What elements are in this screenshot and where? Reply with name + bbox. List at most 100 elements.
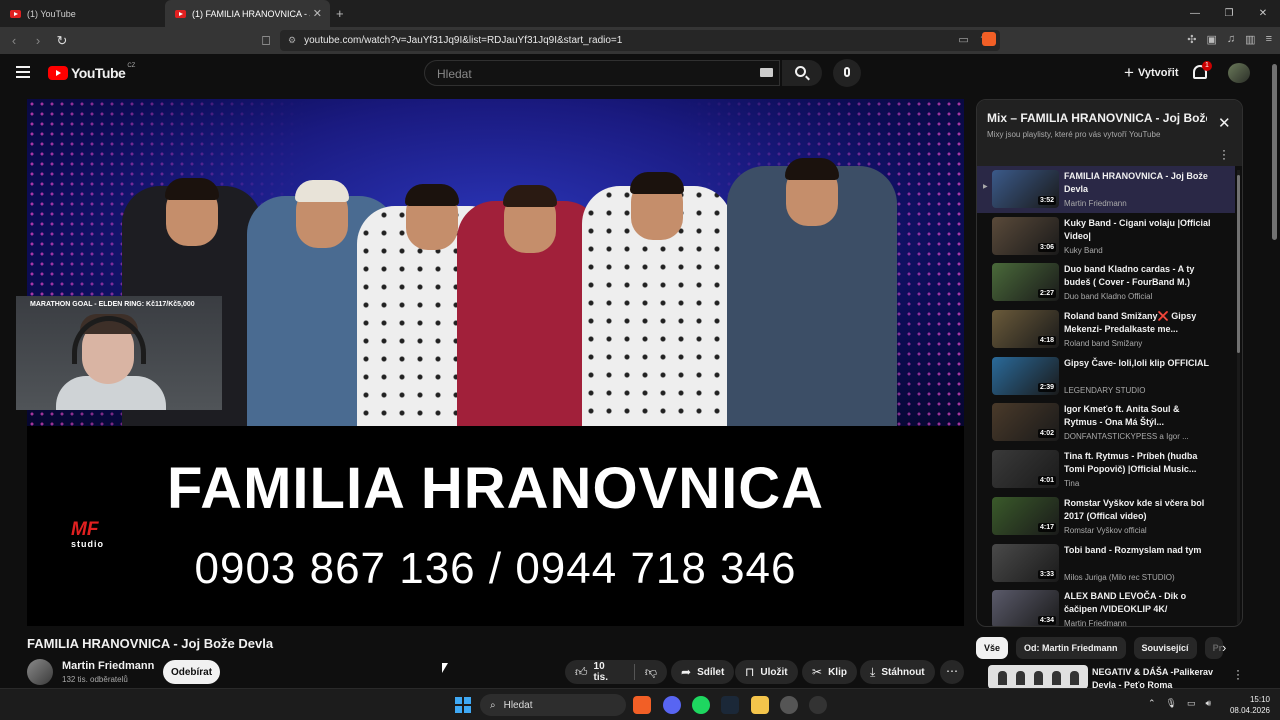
taskbar-search-label: Hledat [503, 699, 533, 711]
close-window-icon[interactable]: ✕ [1246, 0, 1280, 27]
playlist-item-thumbnail[interactable]: 4:17 [992, 496, 1059, 535]
tab-current-video[interactable]: (1) FAMILIA HRANOVNICA - Joj Bož ✕ [165, 0, 330, 27]
chevron-right-icon[interactable]: › [1222, 640, 1226, 655]
page-scrollbar[interactable] [1268, 54, 1280, 688]
chip-from-channel[interactable]: Od: Martin Friedmann [1016, 637, 1126, 659]
playlist-item-thumbnail[interactable]: 4:01 [992, 450, 1059, 489]
playlist-item-title[interactable]: Roland band Smižany❌ Gipsy Mekenzi- Pred… [1064, 310, 1214, 336]
brave-app-icon[interactable] [633, 696, 651, 714]
clip-button[interactable]: ✂ Klip [802, 660, 857, 684]
chip-all[interactable]: Vše [976, 637, 1009, 659]
playlist-item[interactable]: 4:01 Tina ft. Rytmus - Príbeh (hudba Tomi… [977, 446, 1235, 493]
recommended-menu-icon[interactable]: · · · [1236, 664, 1240, 684]
playlist-item-thumbnail[interactable]: 4:18 [992, 310, 1059, 349]
wallet-icon[interactable]: ▣ [1207, 33, 1217, 46]
download-button[interactable]: ⤓ Stáhnout [860, 660, 935, 684]
close-tab-icon[interactable]: ✕ [313, 7, 322, 20]
playlist-title[interactable]: Mix – FAMILIA HRANOVNICA - Joj Bože Devl… [987, 111, 1207, 125]
like-count[interactable]: 10 tis. [594, 661, 622, 683]
subscribe-button[interactable]: Odebírat [163, 660, 220, 684]
channel-name[interactable]: Martin Friedmann [62, 660, 154, 672]
playlist-item-title[interactable]: ALEX BAND LEVOČA - Dik o čačipen /VIDEOK… [1064, 590, 1214, 616]
save-button[interactable]: ⊓ Uložit [735, 660, 798, 684]
scissors-icon: ✂ [812, 665, 823, 679]
spotify-app-icon[interactable] [692, 696, 710, 714]
windows-start-icon[interactable] [455, 697, 471, 713]
logo-text: YouTube [71, 65, 126, 81]
playlist-item-title[interactable]: Duo band Kladno cardas - A ty budeš ( Co… [1064, 263, 1214, 289]
forward-icon[interactable]: › [28, 33, 48, 48]
playlist-item-thumbnail[interactable]: 4:02 [992, 403, 1059, 442]
playlist-item-thumbnail[interactable]: 3:06 [992, 216, 1059, 255]
keyboard-icon[interactable] [760, 68, 773, 77]
back-icon[interactable]: ‹ [4, 33, 24, 48]
app-icon[interactable] [809, 696, 827, 714]
playlist-item-thumbnail[interactable]: 3:52 [992, 170, 1059, 208]
playlist-item[interactable]: 2:39 Gipsy Čave- loli,loli klip OFFICIAL L… [977, 353, 1235, 400]
like-icon[interactable]: 👍︎ [575, 665, 588, 680]
playlist-item[interactable]: 4:18 Roland band Smižany❌ Gipsy Mekenzi- … [977, 306, 1235, 353]
playlist-menu-icon[interactable]: · · · [1222, 144, 1226, 164]
playlist-item-thumbnail[interactable]: 3:33 [992, 543, 1059, 582]
obs-app-icon[interactable] [780, 696, 798, 714]
extensions-icon[interactable]: ✣ [1187, 33, 1196, 46]
volume-icon[interactable]: 🔊︎ [1206, 698, 1212, 709]
close-playlist-icon[interactable]: ✕ [1218, 114, 1231, 132]
chip-more[interactable]: Pr [1204, 637, 1223, 659]
chip-related[interactable]: Související [1133, 637, 1197, 659]
playlist-item[interactable]: 4:02 Igor Kmeťo ft. Anita Soul & Rytmus -… [977, 399, 1235, 446]
system-clock[interactable]: 15:10 08.04.2026 [1226, 694, 1270, 716]
search-button[interactable] [782, 60, 822, 86]
new-tab-icon[interactable]: + [336, 6, 344, 21]
chevron-up-icon[interactable]: ⌃ [1148, 698, 1156, 709]
playlist-item[interactable]: 4:17 Romstar Vyškov kde si včera bol 2017… [977, 493, 1235, 540]
channel-avatar[interactable] [27, 659, 53, 685]
discord-app-icon[interactable] [663, 696, 681, 714]
playlist-scrollbar[interactable] [1237, 170, 1240, 624]
playlist-item-channel: Duo band Kladno Official [1064, 292, 1153, 302]
playlist-item-title[interactable]: Gipsy Čave- loli,loli klip OFFICIAL [1064, 357, 1214, 370]
playlist-item-title[interactable]: Romstar Vyškov kde si včera bol 2017 (Of… [1064, 497, 1214, 523]
media-icon[interactable]: ♫ [1227, 33, 1235, 46]
playlist-item[interactable]: ▶ 3:52 FAMILIA HRANOVNICA - Joj Bože Devla… [977, 166, 1235, 213]
playlist-item[interactable]: 3:06 Kuky Band - Cigani volaju |Official … [977, 213, 1235, 260]
restore-icon[interactable]: ❐ [1212, 0, 1246, 27]
share-button[interactable]: ➦ Sdílet [671, 660, 735, 684]
playlist-item[interactable]: 3:33 Tobi band - Rozmyslam nad tym Milos J… [977, 540, 1235, 587]
sidebar-icon[interactable]: ▥ [1245, 33, 1255, 46]
voice-search-button[interactable] [833, 59, 861, 87]
steam-app-icon[interactable] [721, 696, 739, 714]
file-explorer-icon[interactable] [751, 696, 769, 714]
tab-youtube[interactable]: (1) YouTube [0, 0, 165, 27]
hamburger-menu-icon[interactable] [16, 66, 30, 81]
playlist-item-title[interactable]: Igor Kmeťo ft. Anita Soul & Rytmus - Ona… [1064, 403, 1214, 429]
brave-shields-icon[interactable] [982, 32, 996, 46]
subscriber-count: 132 tis. odběratelů [62, 675, 128, 684]
playlist-item-title[interactable]: Tobi band - Rozmyslam nad tym [1064, 544, 1214, 557]
more-actions-icon[interactable]: ⋯ [940, 660, 964, 684]
playlist-item-thumbnail[interactable]: 2:27 [992, 263, 1059, 302]
minimize-icon[interactable]: — [1178, 0, 1212, 27]
search-input[interactable]: Hledat [424, 60, 780, 86]
account-avatar[interactable] [1228, 63, 1250, 83]
bookmark-icon[interactable]: ⎕ [256, 33, 276, 49]
taskbar-search[interactable]: ⌕ Hledat [480, 694, 626, 716]
playlist-item-thumbnail[interactable]: 2:39 [992, 356, 1059, 395]
reload-icon[interactable]: ↻ [52, 33, 72, 49]
url-field[interactable]: ⚙ youtube.com/watch?v=JauYf31Jq9I&list=R… [280, 30, 1000, 51]
create-button[interactable]: + Vytvořit [1114, 61, 1188, 85]
playlist-item[interactable]: 4:34 ALEX BAND LEVOČA - Dik o čačipen /VI… [977, 586, 1235, 626]
youtube-logo[interactable]: YouTube CZ [48, 63, 135, 81]
network-icon[interactable]: ▭ [1187, 698, 1196, 709]
site-info-icon[interactable]: ⚙ [288, 35, 296, 46]
dislike-icon[interactable]: 👎︎ [645, 665, 657, 680]
playlist-item-title[interactable]: FAMILIA HRANOVNICA - Joj Bože Devla [1064, 170, 1214, 196]
playlist-item-title[interactable]: Tina ft. Rytmus - Príbeh (hudba Tomi Pop… [1064, 450, 1214, 476]
menu-icon[interactable]: ≡ [1266, 33, 1272, 46]
microphone-icon[interactable]: 🎙︎ [1166, 698, 1177, 709]
playlist-item[interactable]: 2:27 Duo band Kladno cardas - A ty budeš … [977, 259, 1235, 306]
cast-icon[interactable]: ▭ [958, 33, 968, 46]
playlist-item-thumbnail[interactable]: 4:34 [992, 590, 1059, 626]
playlist-item-title[interactable]: Kuky Band - Cigani volaju |Official Vide… [1064, 217, 1214, 243]
recommended-thumbnail[interactable] [988, 665, 1088, 689]
